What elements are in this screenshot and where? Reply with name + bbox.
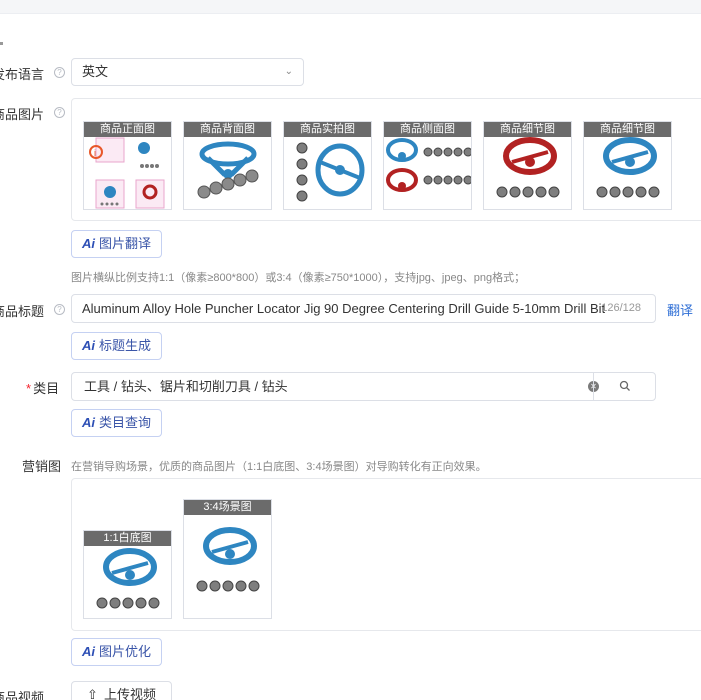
top-bar: [0, 0, 701, 14]
svg-text:i: i: [94, 148, 96, 158]
category-label: * 类目: [26, 381, 60, 396]
title-translate-link[interactable]: 翻译: [667, 300, 693, 319]
marketing-hint: 在营销导购场景，优质的商品图片（1:1白底图、3:4场景图）对导购转化有正向效果…: [71, 461, 487, 473]
marketing-image-scene[interactable]: 3:4场景图: [183, 499, 272, 619]
scene-image: [184, 500, 271, 618]
image-format-hint: 图片横纵比例支持1:1（像素≥800*800）或3:4（像素≥750*1000）…: [71, 272, 526, 284]
marketing-label: 营销图: [22, 459, 62, 474]
collapsed-dot: [0, 42, 3, 45]
video-label: 商品视频: [0, 690, 45, 700]
images-label: 商品图片: [0, 107, 45, 122]
image-tag: 商品细节图: [584, 122, 671, 137]
title-label: 商品标题: [0, 304, 45, 319]
chevron-down-icon: ⌄: [284, 66, 293, 77]
help-circle-icon[interactable]: ?: [54, 107, 65, 118]
category-search-button[interactable]: [593, 373, 655, 400]
language-value: 英文: [82, 64, 109, 79]
image-tag: 商品背面图: [184, 122, 271, 137]
product-image-front[interactable]: i 商品正面图: [83, 121, 172, 210]
language-select[interactable]: 英文 ⌄: [71, 58, 304, 86]
product-image-real[interactable]: 商品实拍图: [283, 121, 372, 210]
ai-icon: Ai: [82, 236, 95, 251]
ai-icon: Ai: [82, 644, 95, 659]
category-input[interactable]: 工具 / 钻头、锯片和切削刀具 / 钻头 ✕: [71, 372, 656, 401]
language-label: 发布语言: [0, 67, 45, 82]
title-value: Aluminum Alloy Hole Puncher Locator Jig …: [82, 301, 606, 316]
title-char-count: 126/128: [601, 302, 641, 314]
image-tag: 商品正面图: [84, 122, 171, 137]
image-tag: 商品侧面图: [384, 122, 471, 137]
category-query-button[interactable]: Ai 类目查询: [71, 409, 163, 437]
search-icon: [619, 380, 630, 391]
product-image-detail-2[interactable]: 商品细节图: [583, 121, 672, 210]
product-image-back[interactable]: 商品背面图: [183, 121, 272, 210]
marketing-image-square[interactable]: 1:1白底图: [83, 530, 172, 619]
product-image-detail-1[interactable]: 商品细节图: [483, 121, 572, 210]
upload-video-button[interactable]: ⇧ 上传视频: [71, 681, 172, 700]
product-image-side[interactable]: 商品侧面图: [383, 121, 472, 210]
image-tag: 商品细节图: [484, 122, 571, 137]
title-input[interactable]: Aluminum Alloy Hole Puncher Locator Jig …: [71, 294, 656, 323]
help-circle-icon[interactable]: ?: [54, 67, 65, 78]
title-generate-button[interactable]: Ai 标题生成: [71, 332, 163, 360]
ai-icon: Ai: [82, 415, 95, 430]
image-translate-button[interactable]: Ai 图片翻译: [71, 230, 163, 258]
help-circle-icon[interactable]: ?: [54, 304, 65, 315]
required-mark: *: [26, 381, 32, 396]
upload-icon: ⇧: [87, 687, 98, 700]
image-tag: 1:1白底图: [84, 531, 171, 546]
image-optimize-button[interactable]: Ai 图片优化: [71, 638, 163, 666]
ai-icon: Ai: [82, 338, 95, 353]
image-tag: 3:4场景图: [184, 500, 271, 515]
category-value: 工具 / 钻头、锯片和切削刀具 / 钻头: [84, 379, 288, 394]
image-tag: 商品实拍图: [284, 122, 371, 137]
